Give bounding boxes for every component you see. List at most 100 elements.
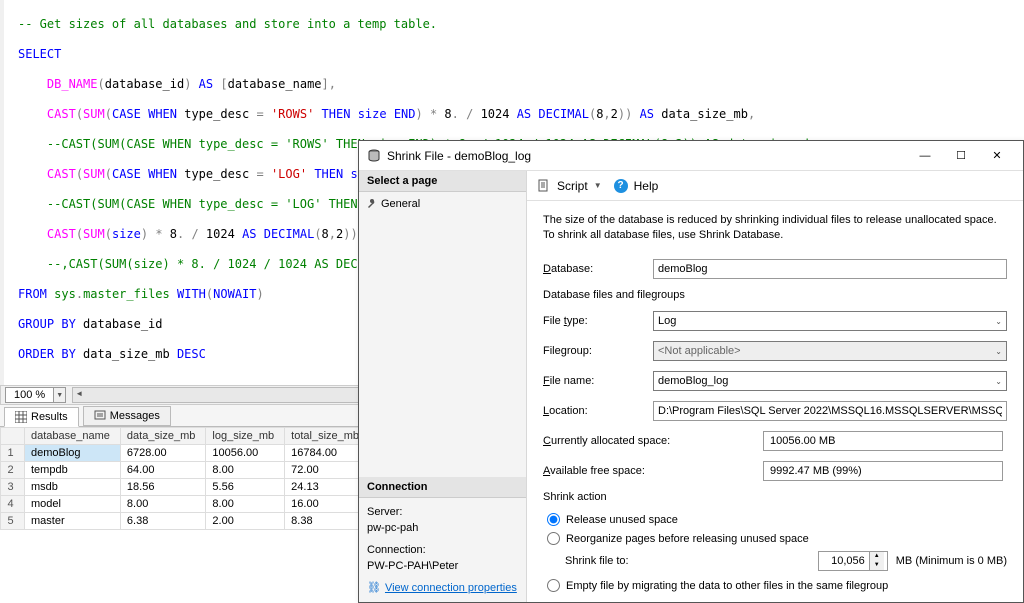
reorganize-radio[interactable] [547, 532, 560, 545]
cell[interactable]: 6.38 [120, 513, 206, 530]
reorganize-label: Reorganize pages before releasing unused… [566, 533, 809, 545]
maximize-button[interactable]: ☐ [943, 142, 979, 170]
row-number: 3 [1, 479, 25, 496]
cell[interactable]: 16784.00 [285, 445, 370, 462]
filegroup-combo: <Not applicable>⌄ [653, 341, 1007, 361]
cell[interactable]: master [25, 513, 121, 530]
empty-radio[interactable] [547, 579, 560, 592]
chevron-down-icon: ⌄ [995, 377, 1002, 386]
cell[interactable]: model [25, 496, 121, 513]
empty-label: Empty file by migrating the data to othe… [566, 580, 888, 592]
code-line: CAST(SUM(CASE WHEN type_desc = 'ROWS' TH… [18, 107, 1024, 122]
shrink-action-label: Shrink action [543, 491, 1007, 503]
available-space-label: Available free space: [543, 465, 763, 477]
cell[interactable]: 8.38 [285, 513, 370, 530]
col-header[interactable]: total_size_mb [285, 428, 370, 445]
page-general[interactable]: General [365, 196, 520, 212]
filename-label: File name: [543, 375, 653, 387]
option-reorganize[interactable]: Reorganize pages before releasing unused… [543, 532, 1007, 545]
cell[interactable]: 5.56 [206, 479, 285, 496]
help-button[interactable]: Help [634, 179, 659, 193]
cell[interactable]: msdb [25, 479, 121, 496]
col-header[interactable]: database_name [25, 428, 121, 445]
cell[interactable]: 8.00 [120, 496, 206, 513]
cell[interactable]: 8.00 [206, 496, 285, 513]
table-row[interactable]: 1 demoBlog 6728.00 10056.00 16784.00 [1, 445, 370, 462]
left-panel: Select a page General Connection Server:… [359, 171, 527, 602]
tab-messages-label: Messages [110, 410, 160, 422]
view-connection-properties-link[interactable]: View connection properties [385, 580, 517, 596]
row-number: 2 [1, 462, 25, 479]
close-button[interactable]: ✕ [979, 142, 1015, 170]
wrench-icon [365, 198, 377, 210]
database-label: Database: [543, 263, 653, 275]
zoom-level[interactable]: 100 % [5, 387, 54, 403]
minimize-button[interactable]: — [907, 142, 943, 170]
files-section-label: Database files and filegroups [543, 289, 1007, 301]
shrink-file-dialog: Shrink File - demoBlog_log — ☐ ✕ Select … [358, 140, 1024, 603]
code-line: -- Get sizes of all databases and store … [18, 17, 1024, 32]
page-general-label: General [381, 198, 420, 210]
col-header[interactable]: log_size_mb [206, 428, 285, 445]
tab-results-label: Results [31, 411, 68, 423]
script-button[interactable]: Script [557, 179, 588, 193]
option-release[interactable]: Release unused space [543, 513, 1007, 526]
shrink-to-suffix: MB (Minimum is 0 MB) [896, 555, 1007, 567]
spin-down-icon[interactable]: ▼ [870, 561, 884, 570]
col-header[interactable]: data_size_mb [120, 428, 206, 445]
chevron-down-icon: ⌄ [995, 317, 1002, 326]
cell[interactable]: demoBlog [25, 445, 121, 462]
titlebar[interactable]: Shrink File - demoBlog_log — ☐ ✕ [359, 141, 1023, 171]
cell[interactable]: 72.00 [285, 462, 370, 479]
database-field [653, 259, 1007, 279]
release-radio[interactable] [547, 513, 560, 526]
table-row[interactable]: 4 model 8.00 8.00 16.00 [1, 496, 370, 513]
cell[interactable]: tempdb [25, 462, 121, 479]
location-field[interactable] [653, 401, 1007, 421]
zoom-dropdown-icon[interactable]: ▼ [54, 387, 66, 403]
table-row[interactable]: 2 tempdb 64.00 8.00 72.00 [1, 462, 370, 479]
location-label: Location: [543, 405, 653, 417]
right-panel: Script ▼ ? Help The size of the database… [527, 171, 1023, 602]
code-line: SELECT [18, 47, 1024, 62]
filename-combo[interactable]: demoBlog_log⌄ [653, 371, 1007, 391]
row-number: 5 [1, 513, 25, 530]
row-number: 1 [1, 445, 25, 462]
help-icon: ? [614, 179, 628, 193]
server-label: Server: [367, 504, 518, 520]
chevron-down-icon: ⌄ [995, 347, 1002, 356]
link-icon: ⛓ [367, 580, 381, 596]
cell[interactable]: 18.56 [120, 479, 206, 496]
tab-results[interactable]: Results [4, 407, 79, 427]
tab-messages[interactable]: Messages [83, 406, 171, 426]
shrink-to-spinner[interactable]: ▲▼ [818, 551, 888, 571]
cell[interactable]: 64.00 [120, 462, 206, 479]
filetype-combo[interactable]: Log⌄ [653, 311, 1007, 331]
cell[interactable]: 8.00 [206, 462, 285, 479]
shrink-to-label: Shrink file to: [565, 555, 629, 567]
option-empty[interactable]: Empty file by migrating the data to othe… [543, 579, 1007, 592]
script-dropdown-icon[interactable]: ▼ [594, 181, 602, 190]
dialog-title: Shrink File - demoBlog_log [387, 149, 907, 163]
available-space-value: 9992.47 MB (99%) [763, 461, 1003, 481]
cell[interactable]: 10056.00 [206, 445, 285, 462]
messages-icon [94, 410, 106, 422]
server-value: pw-pc-pah [367, 520, 518, 536]
filegroup-label: Filegroup: [543, 345, 653, 357]
cell[interactable]: 16.00 [285, 496, 370, 513]
cell[interactable]: 24.13 [285, 479, 370, 496]
script-icon [537, 179, 551, 193]
table-row[interactable]: 5 master 6.38 2.00 8.38 [1, 513, 370, 530]
row-number: 4 [1, 496, 25, 513]
table-row[interactable]: 3 msdb 18.56 5.56 24.13 [1, 479, 370, 496]
shrink-to-input[interactable] [819, 552, 869, 570]
spin-up-icon[interactable]: ▲ [870, 552, 884, 561]
connection-label: Connection: [367, 542, 518, 558]
cell[interactable]: 2.00 [206, 513, 285, 530]
connection-header: Connection [359, 477, 526, 498]
intro-text: The size of the database is reduced by s… [543, 213, 1007, 243]
header-row: database_name data_size_mb log_size_mb t… [1, 428, 370, 445]
current-space-value: 10056.00 MB [763, 431, 1003, 451]
cell[interactable]: 6728.00 [120, 445, 206, 462]
current-space-label: Currently allocated space: [543, 435, 763, 447]
